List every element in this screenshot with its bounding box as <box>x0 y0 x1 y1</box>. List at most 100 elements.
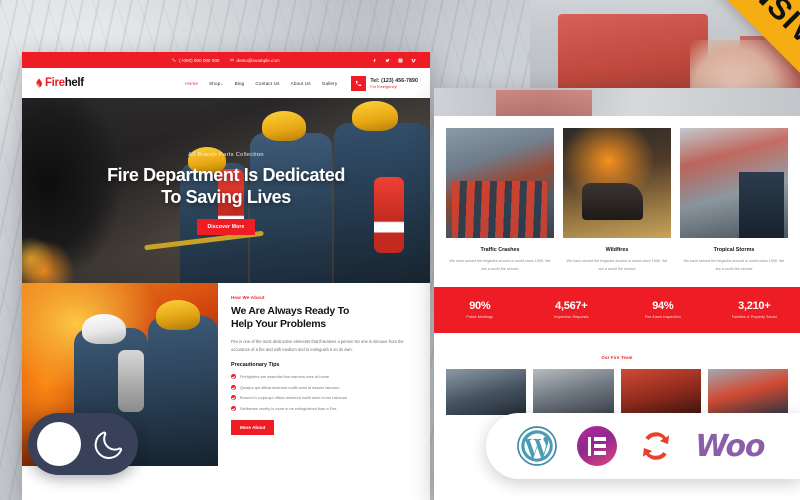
brand-helf-part: helf <box>64 77 84 89</box>
fire-truck-photo <box>680 128 788 238</box>
instagram-icon[interactable] <box>398 57 403 63</box>
header-cta-phone: Tel: (123) 456-7890 <box>370 77 418 84</box>
main-navigation-bar: Firehelf Home Shop⌄ Blog Contact Us Abou… <box>22 68 430 98</box>
twitter-icon[interactable] <box>385 58 390 63</box>
tip-text: Qmalpa qui officia deserunt mollit anim … <box>240 384 340 390</box>
stats-bar: 90% Public Meetings 4,567+ Inspection Re… <box>434 286 800 333</box>
elementor-glyph <box>587 436 607 456</box>
nav-item-about-us[interactable]: About Us <box>291 81 311 86</box>
service-card-title: Tropical Storms <box>713 247 755 253</box>
phone-icon <box>172 58 176 62</box>
team-member-row <box>434 360 800 415</box>
elementor-row <box>594 444 607 448</box>
about-firefighter-2 <box>148 316 218 466</box>
service-card[interactable]: Tropical Storms We have served fire brig… <box>680 128 788 274</box>
precautionary-tips-list: Firefighters are essential foot warriors… <box>231 374 417 411</box>
hero-title-line-2: To Saving Lives <box>161 186 291 207</box>
stat-item: 3,210+ Families & Property Saved <box>709 300 800 319</box>
revolution-slider-logo <box>642 432 670 460</box>
team-member-photo[interactable] <box>620 368 701 415</box>
site-logo[interactable]: Firehelf <box>34 77 84 89</box>
tip-text: Deliberate cruelty is more to be extingu… <box>240 405 338 411</box>
moon-icon <box>94 431 123 459</box>
vimeo-icon[interactable] <box>411 58 416 63</box>
nav-item-gallery[interactable]: Gallery <box>322 81 338 86</box>
precautionary-tips-heading: Precautionary Tips <box>231 362 280 369</box>
stat-number: 3,210+ <box>738 300 771 313</box>
services-cards: Traffic Crashes We have served fire brig… <box>434 116 800 274</box>
wordpress-logo <box>516 426 557 466</box>
discover-more-button[interactable]: Discover More <box>197 218 255 235</box>
team-member-photo[interactable] <box>707 368 788 415</box>
service-card-title: Wildfires <box>605 247 629 253</box>
stat-label: Fire Alarm Inspection <box>644 315 681 320</box>
stat-item: 94% Fire Alarm Inspection <box>617 300 709 319</box>
elementor-row <box>594 451 607 455</box>
brand-text: Firehelf <box>45 77 84 89</box>
traffic-crash-photo <box>446 128 554 238</box>
about-air-tank <box>118 350 144 412</box>
about-heading-line-2: Help Your Problems <box>231 318 326 331</box>
stat-label: Families & Property Saved <box>731 315 777 320</box>
tip-text: Borund in culpa qui officia deserunt mol… <box>240 395 348 401</box>
about-text-column: How We About We Are Always Ready To Help… <box>218 283 430 466</box>
tip-text: Firefighters are essential foot warriors… <box>240 374 330 380</box>
list-item: Firefighters are essential foot warriors… <box>231 374 417 380</box>
check-icon <box>231 384 236 390</box>
topbar-email-text: demo@example.com <box>236 57 280 63</box>
header-cta-sub: For Emergency! <box>370 84 398 89</box>
woocommerce-logo: Woo <box>695 428 765 464</box>
about-helmet-white <box>82 314 126 344</box>
envelope-icon <box>229 58 234 62</box>
stat-number: 90% <box>469 300 491 313</box>
service-card-text: We have served fire brigades around or w… <box>449 259 551 271</box>
topbar-phone[interactable]: (+000) 000 000 000 <box>172 58 219 63</box>
stat-number: 94% <box>652 300 674 313</box>
topbar-phone-text: (+000) 000 000 000 <box>179 57 220 63</box>
brand-fire-part: Fire <box>45 77 65 89</box>
revolution-slider-logo-wrap[interactable] <box>636 426 676 466</box>
stat-label: Inspection Requests <box>554 315 589 320</box>
burning-car-photo <box>563 128 671 238</box>
top-utility-bar: (+000) 000 000 000 demo@example.com <box>22 52 430 68</box>
service-card[interactable]: Wildfires We have served fire brigades a… <box>563 128 671 274</box>
hero-eyebrow: All Brands Parts Collection <box>188 152 264 159</box>
plugin-badges: Woo <box>486 413 800 479</box>
facebook-icon[interactable] <box>372 58 377 63</box>
team-member-photo[interactable] <box>446 368 527 415</box>
service-card-text: We have served fire brigades around or w… <box>566 259 668 271</box>
hero-title: Fire Department Is Dedicated To Saving L… <box>107 165 345 207</box>
nav-item-contact-us[interactable]: Contact Us <box>255 81 279 86</box>
nav-item-blog[interactable]: Blog <box>235 81 245 86</box>
about-heading: We Are Always Ready To Help Your Problem… <box>231 305 417 331</box>
more-about-button[interactable]: More About <box>231 419 275 435</box>
stat-item: 90% Public Meetings <box>434 300 526 319</box>
team-section: Our Fire Team <box>434 333 800 415</box>
woocommerce-logo-wrap[interactable]: Woo <box>695 428 765 464</box>
header-emergency-call[interactable]: Tel: (123) 456-7890 For Emergency! <box>351 75 418 91</box>
wordpress-logo-wrap[interactable] <box>516 425 558 467</box>
phone-icon-badge <box>351 75 367 91</box>
about-heading-line-1: We Are Always Ready To <box>231 305 350 317</box>
dark-mode-toggle[interactable] <box>28 413 138 475</box>
check-icon <box>231 405 236 411</box>
topbar-email[interactable]: demo@example.com <box>229 57 280 63</box>
stat-item: 4,567+ Inspection Requests <box>526 300 618 319</box>
elementor-logo-wrap[interactable] <box>576 426 617 466</box>
stat-label: Public Meetings <box>466 315 494 320</box>
nav-item-shop-label: Shop <box>209 80 221 86</box>
service-card-title: Traffic Crashes <box>480 247 520 253</box>
chevron-down-icon: ⌄ <box>220 81 224 86</box>
team-member-photo[interactable] <box>533 368 614 415</box>
check-icon <box>231 374 236 380</box>
service-card[interactable]: Traffic Crashes We have served fire brig… <box>446 128 554 274</box>
service-card-text: We have served fire brigades around or w… <box>683 259 785 271</box>
elementor-logo <box>576 426 617 466</box>
nav-item-shop[interactable]: Shop⌄ <box>209 81 224 86</box>
nav-item-home[interactable]: Home <box>185 81 198 86</box>
about-paragraph: Fire is one of the most destructive elem… <box>231 339 404 353</box>
list-item: Borund in culpa qui officia deserunt mol… <box>231 395 417 401</box>
hero-title-line-1: Fire Department Is Dedicated <box>107 165 345 186</box>
list-item: Deliberate cruelty is more to be extingu… <box>231 405 417 411</box>
check-icon <box>231 395 236 401</box>
